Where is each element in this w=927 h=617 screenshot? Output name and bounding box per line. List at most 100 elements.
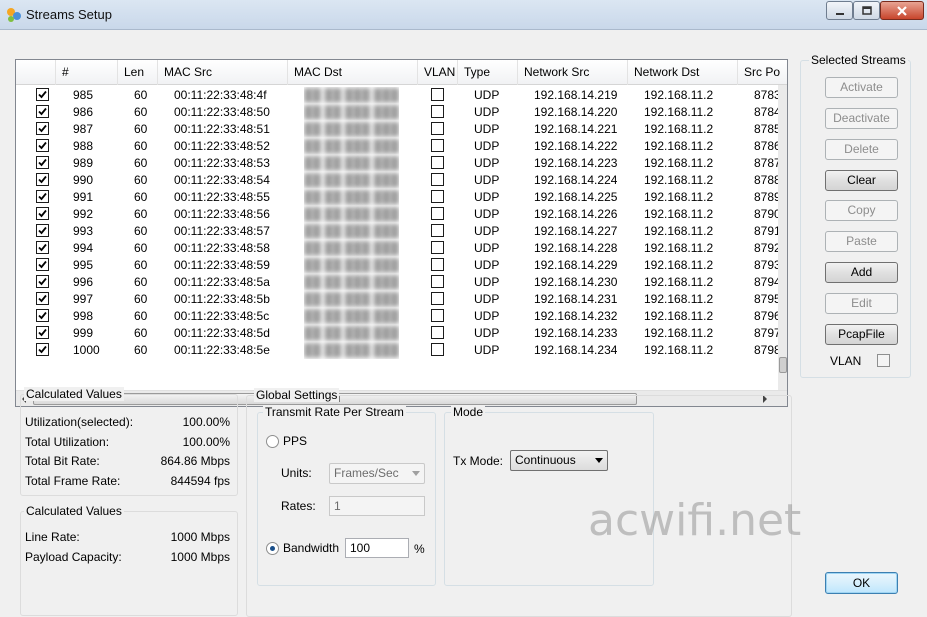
- stream-vlan-checkbox[interactable]: [431, 88, 444, 101]
- selected-streams-title: Selected Streams: [809, 53, 908, 67]
- cell-mac-dst-redacted: ██ ██ ███ ███: [304, 326, 400, 340]
- stream-enabled-checkbox[interactable]: [36, 88, 49, 101]
- column-header-type[interactable]: Type: [458, 60, 518, 85]
- table-row[interactable]: 987 60 00:11:22:33:48:51 UDP 192.168.14.221 1…: [16, 121, 778, 138]
- cell-network-dst: 192.168.11.2: [644, 292, 714, 306]
- transmit-rate-title: Transmit Rate Per Stream: [263, 405, 406, 419]
- tx-mode-select[interactable]: Continuous: [510, 450, 608, 471]
- column-header-check[interactable]: [16, 60, 56, 85]
- stream-enabled-checkbox[interactable]: [36, 173, 49, 186]
- stream-vlan-checkbox[interactable]: [431, 224, 444, 237]
- stream-vlan-checkbox[interactable]: [431, 105, 444, 118]
- table-row[interactable]: 999 60 00:11:22:33:48:5d UDP 192.168.14.233 1…: [16, 325, 778, 342]
- bandwidth-input[interactable]: 100: [345, 538, 409, 558]
- column-header-len[interactable]: Len: [118, 60, 158, 85]
- pps-radio[interactable]: [266, 435, 279, 448]
- table-row[interactable]: 1000 60 00:11:22:33:48:5e UDP 192.168.14.234…: [16, 342, 778, 359]
- stream-enabled-checkbox[interactable]: [36, 241, 49, 254]
- vlan-checkbox[interactable]: [877, 354, 890, 367]
- column-header-mac-dst[interactable]: MAC Dst: [288, 60, 418, 85]
- checkmark-icon: [38, 124, 47, 133]
- stream-vlan-checkbox[interactable]: [431, 343, 444, 356]
- table-row[interactable]: 994 60 00:11:22:33:48:58 UDP 192.168.14.228 1…: [16, 240, 778, 257]
- units-select[interactable]: Frames/Sec: [329, 463, 425, 484]
- stream-enabled-checkbox[interactable]: [36, 207, 49, 220]
- activate-button[interactable]: Activate: [825, 77, 898, 98]
- cell-mac-dst-redacted: ██ ██ ███ ███: [304, 241, 400, 255]
- delete-button[interactable]: Delete: [825, 139, 898, 160]
- cell-src-port: 8798: [754, 343, 778, 357]
- stream-vlan-checkbox[interactable]: [431, 309, 444, 322]
- stream-enabled-checkbox[interactable]: [36, 156, 49, 169]
- stream-enabled-checkbox[interactable]: [36, 122, 49, 135]
- close-button[interactable]: [880, 1, 924, 20]
- column-header-vlan[interactable]: VLAN: [418, 60, 458, 85]
- stream-enabled-checkbox[interactable]: [36, 190, 49, 203]
- vertical-scrollbar[interactable]: [778, 85, 787, 390]
- deactivate-button[interactable]: Deactivate: [825, 108, 898, 129]
- title-bar[interactable]: Streams Setup: [0, 0, 927, 30]
- table-row[interactable]: 998 60 00:11:22:33:48:5c UDP 192.168.14.232 1…: [16, 308, 778, 325]
- cell-number: 986: [73, 105, 94, 119]
- column-header-mac-src[interactable]: MAC Src: [158, 60, 288, 85]
- stream-vlan-checkbox[interactable]: [431, 241, 444, 254]
- stream-enabled-checkbox[interactable]: [36, 343, 49, 356]
- stream-vlan-checkbox[interactable]: [431, 173, 444, 186]
- stream-enabled-checkbox[interactable]: [36, 105, 49, 118]
- stream-vlan-checkbox[interactable]: [431, 207, 444, 220]
- stream-enabled-checkbox[interactable]: [36, 326, 49, 339]
- cell-type: UDP: [474, 258, 500, 272]
- table-row[interactable]: 989 60 00:11:22:33:48:53 UDP 192.168.14.223 1…: [16, 155, 778, 172]
- checkmark-icon: [38, 243, 47, 252]
- stream-vlan-checkbox[interactable]: [431, 292, 444, 305]
- add-button[interactable]: Add: [825, 262, 898, 283]
- bandwidth-radio[interactable]: [266, 542, 279, 555]
- stream-vlan-checkbox[interactable]: [431, 122, 444, 135]
- vertical-scroll-thumb[interactable]: [779, 357, 787, 373]
- stream-enabled-checkbox[interactable]: [36, 224, 49, 237]
- stream-enabled-checkbox[interactable]: [36, 275, 49, 288]
- stream-enabled-checkbox[interactable]: [36, 309, 49, 322]
- ok-button[interactable]: OK: [825, 572, 898, 594]
- table-row[interactable]: 996 60 00:11:22:33:48:5a UDP 192.168.14.230 1…: [16, 274, 778, 291]
- clear-button[interactable]: Clear: [825, 170, 898, 191]
- maximize-button[interactable]: [853, 1, 880, 20]
- stream-enabled-checkbox[interactable]: [36, 292, 49, 305]
- cell-network-src: 192.168.14.227: [534, 224, 618, 238]
- line-rate-value: 1000 Mbps: [170, 530, 230, 544]
- table-row[interactable]: 986 60 00:11:22:33:48:50 UDP 192.168.14.220 1…: [16, 104, 778, 121]
- table-row[interactable]: 990 60 00:11:22:33:48:54 UDP 192.168.14.224 1…: [16, 172, 778, 189]
- stream-vlan-checkbox[interactable]: [431, 258, 444, 271]
- column-header-network-src[interactable]: Network Src: [518, 60, 628, 85]
- table-row[interactable]: 997 60 00:11:22:33:48:5b UDP 192.168.14.231 1…: [16, 291, 778, 308]
- table-row[interactable]: 988 60 00:11:22:33:48:52 UDP 192.168.14.222 1…: [16, 138, 778, 155]
- streams-list[interactable]: # Len MAC Src MAC Dst VLAN Type Network …: [15, 59, 788, 407]
- stream-vlan-checkbox[interactable]: [431, 275, 444, 288]
- table-row[interactable]: 993 60 00:11:22:33:48:57 UDP 192.168.14.227 1…: [16, 223, 778, 240]
- table-row[interactable]: 991 60 00:11:22:33:48:55 UDP 192.168.14.225 1…: [16, 189, 778, 206]
- copy-button[interactable]: Copy: [825, 200, 898, 221]
- column-header-src-port[interactable]: Src Po: [738, 60, 787, 85]
- stream-vlan-checkbox[interactable]: [431, 326, 444, 339]
- stream-vlan-checkbox[interactable]: [431, 156, 444, 169]
- rates-input[interactable]: 1: [329, 496, 425, 516]
- stream-vlan-checkbox[interactable]: [431, 190, 444, 203]
- cell-mac-src: 00:11:22:33:48:55: [174, 190, 270, 204]
- transmit-rate-group: Transmit Rate Per Stream PPS Units: Fram…: [257, 405, 436, 586]
- pcapfile-button[interactable]: PcapFile: [825, 324, 898, 345]
- table-row[interactable]: 992 60 00:11:22:33:48:56 UDP 192.168.14.226 1…: [16, 206, 778, 223]
- stream-vlan-checkbox[interactable]: [431, 139, 444, 152]
- cell-mac-dst-redacted: ██ ██ ███ ███: [304, 105, 400, 119]
- global-settings-title: Global Settings: [254, 388, 340, 402]
- table-row[interactable]: 985 60 00:11:22:33:48:4f UDP 192.168.14.219 1…: [16, 87, 778, 104]
- cell-mac-dst-redacted: ██ ██ ███ ███: [304, 292, 400, 306]
- edit-button[interactable]: Edit: [825, 293, 898, 314]
- paste-button[interactable]: Paste: [825, 231, 898, 252]
- column-header-number[interactable]: #: [56, 60, 118, 85]
- minimize-button[interactable]: [826, 1, 853, 20]
- cell-src-port: 8784: [754, 105, 778, 119]
- stream-enabled-checkbox[interactable]: [36, 258, 49, 271]
- table-row[interactable]: 995 60 00:11:22:33:48:59 UDP 192.168.14.229 1…: [16, 257, 778, 274]
- stream-enabled-checkbox[interactable]: [36, 139, 49, 152]
- column-header-network-dst[interactable]: Network Dst: [628, 60, 738, 85]
